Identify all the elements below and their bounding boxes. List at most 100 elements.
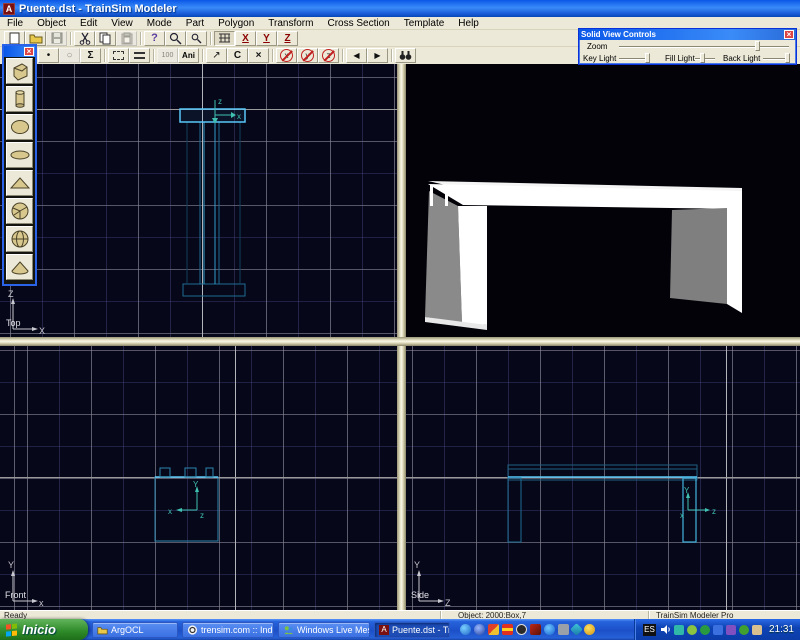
create-sphere-button[interactable] xyxy=(6,114,33,140)
quick-launch-icon[interactable] xyxy=(488,624,499,635)
create-cone-button[interactable] xyxy=(6,254,33,280)
menu-view[interactable]: View xyxy=(104,17,140,30)
lock-x-button[interactable]: x xyxy=(276,48,297,63)
flag-icon[interactable] xyxy=(502,624,513,635)
circle-button[interactable]: ○ xyxy=(59,48,80,63)
lock-y-button[interactable]: y xyxy=(297,48,318,63)
quick-launch-icon[interactable] xyxy=(516,624,527,635)
viewport-side[interactable]: Y z x Y Side Z xyxy=(406,346,800,610)
axis-x-button[interactable]: X xyxy=(235,31,256,46)
menu-cross-section[interactable]: Cross Section xyxy=(320,17,396,30)
internet-explorer-icon[interactable] xyxy=(544,624,555,635)
quick-launch-icon[interactable] xyxy=(530,624,541,635)
sigma-icon: Σ xyxy=(87,50,93,61)
task-button-trensim[interactable]: trensim.com :: Indice ... xyxy=(182,622,274,638)
quick-launch-icon[interactable] xyxy=(584,624,595,635)
viewport-axis-h-label: X xyxy=(39,326,45,336)
app-icon: A xyxy=(3,3,15,15)
zoom-slider-track[interactable] xyxy=(619,46,789,48)
viewport-label: Side xyxy=(411,590,429,600)
axis-z-button[interactable]: Z xyxy=(277,31,298,46)
fill-light-slider-thumb[interactable] xyxy=(700,53,705,63)
create-cylinder-button[interactable] xyxy=(6,86,33,112)
bridge-3d-model xyxy=(406,64,800,337)
start-button-label: Inicio xyxy=(22,622,56,637)
menu-help[interactable]: Help xyxy=(451,17,486,30)
create-wedge-button[interactable] xyxy=(6,170,33,196)
quick-launch-icon[interactable] xyxy=(558,624,569,635)
title-bar[interactable]: A Puente.dst - TrainSim Modeler xyxy=(0,0,800,17)
solid-view-controls-titlebar[interactable]: Solid View Controls × xyxy=(579,29,796,40)
create-box-button[interactable] xyxy=(6,58,33,84)
viewport-splitter-horizontal[interactable] xyxy=(0,337,800,346)
save-button[interactable] xyxy=(46,31,67,46)
previous-button[interactable]: ◀ xyxy=(346,48,367,63)
rotate-icon: C xyxy=(234,50,241,61)
back-light-slider-thumb[interactable] xyxy=(785,53,790,63)
select-region-button[interactable] xyxy=(108,48,129,63)
animation-button[interactable]: Ani xyxy=(178,48,199,63)
copy-button[interactable] xyxy=(95,31,116,46)
lock-z-button[interactable]: z xyxy=(318,48,339,63)
point-button[interactable]: • xyxy=(38,48,59,63)
palette-close-button[interactable]: × xyxy=(24,47,34,56)
menu-edit[interactable]: Edit xyxy=(73,17,104,30)
menu-polygon[interactable]: Polygon xyxy=(211,17,261,30)
task-button-messenger[interactable]: Windows Live Messen... xyxy=(278,622,370,638)
globe-icon[interactable] xyxy=(460,624,471,635)
rotate-tool-button[interactable]: C xyxy=(227,48,248,63)
menu-file[interactable]: File xyxy=(0,17,30,30)
paste-button[interactable] xyxy=(116,31,137,46)
taskbar-clock[interactable]: 21:31 xyxy=(769,624,794,635)
zoom-out-button[interactable] xyxy=(186,31,207,46)
menu-mode[interactable]: Mode xyxy=(140,17,179,30)
create-globe-button[interactable] xyxy=(6,226,33,252)
no-z-icon: z xyxy=(322,49,335,62)
help-button[interactable]: ? xyxy=(144,31,165,46)
shape-palette-titlebar[interactable]: × xyxy=(4,46,35,57)
viewport-top[interactable]: z x Z Top X xyxy=(0,64,397,337)
grid-toggle-button[interactable] xyxy=(214,31,235,46)
scale-100-button[interactable]: 100 xyxy=(157,48,178,63)
menu-transform[interactable]: Transform xyxy=(261,17,320,30)
key-light-slider-thumb[interactable] xyxy=(645,53,650,63)
tray-icon[interactable] xyxy=(726,625,736,635)
menu-part[interactable]: Part xyxy=(179,17,211,30)
create-disk-button[interactable] xyxy=(6,142,33,168)
tray-icon[interactable] xyxy=(700,625,710,635)
viewport-label: Top xyxy=(6,318,21,328)
tray-icon[interactable] xyxy=(739,625,749,635)
fill-light-slider-track[interactable] xyxy=(695,58,715,60)
solid-view-controls-close-button[interactable]: × xyxy=(784,30,794,39)
next-button[interactable]: ▶ xyxy=(367,48,388,63)
task-button-puente-active[interactable]: A Puente.dst - TrainSim... xyxy=(374,622,450,638)
open-folder-icon xyxy=(29,32,43,44)
viewport-front[interactable]: Y x z Y Front x xyxy=(0,346,397,610)
menu-object[interactable]: Object xyxy=(30,17,73,30)
zoom-slider-thumb[interactable] xyxy=(755,41,760,51)
tray-icon[interactable] xyxy=(713,625,723,635)
scale-tool-button[interactable]: × xyxy=(248,48,269,63)
selection-box-icon xyxy=(113,51,124,60)
start-button[interactable]: Inicio xyxy=(0,619,88,640)
menu-template[interactable]: Template xyxy=(397,17,452,30)
create-geosphere-button[interactable] xyxy=(6,198,33,224)
sum-button[interactable]: Σ xyxy=(80,48,101,63)
volume-icon[interactable] xyxy=(660,624,671,635)
tray-icon[interactable] xyxy=(687,625,697,635)
axis-y-button[interactable]: Y xyxy=(256,31,277,46)
diamond-icon[interactable] xyxy=(570,623,583,636)
task-button-argocl[interactable]: ArgOCL xyxy=(92,622,178,638)
find-button[interactable] xyxy=(395,48,416,63)
zoom-in-button[interactable] xyxy=(165,31,186,46)
move-tool-button[interactable]: ↗ xyxy=(206,48,227,63)
tray-icon[interactable] xyxy=(752,625,762,635)
viewport-3d[interactable] xyxy=(406,64,800,337)
align-button[interactable] xyxy=(129,48,150,63)
language-indicator[interactable]: ES xyxy=(643,624,656,636)
cut-button[interactable] xyxy=(74,31,95,46)
gizmo-y-label: Y xyxy=(684,486,690,495)
tray-icon[interactable] xyxy=(674,625,684,635)
gizmo-x-label: x xyxy=(237,112,241,121)
quick-launch-icon[interactable] xyxy=(474,624,485,635)
